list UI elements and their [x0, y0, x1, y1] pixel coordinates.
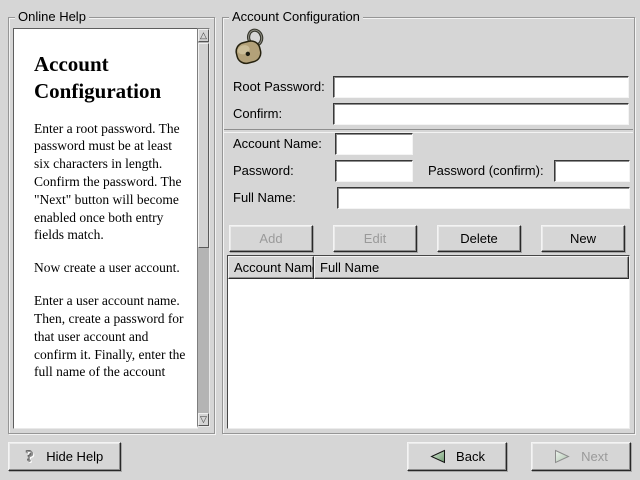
help-paragraph: Enter a user account name. Then, create …: [34, 292, 189, 381]
next-button[interactable]: Next: [531, 442, 631, 471]
full-name-input[interactable]: [337, 187, 630, 209]
arrow-right-icon: [554, 449, 571, 464]
hide-help-button[interactable]: ? Hide Help: [8, 442, 121, 471]
next-button-label: Next: [581, 449, 608, 464]
password-confirm-label: Password (confirm):: [428, 163, 544, 178]
scroll-up-button[interactable]: △: [198, 29, 209, 42]
account-configuration-frame: Account Configuration Root Password: Con…: [222, 17, 635, 434]
separator: [224, 129, 633, 133]
confirm-password-label: Confirm:: [233, 106, 282, 121]
column-header-full-name[interactable]: Full Name: [314, 256, 629, 279]
installer-window: Online Help Account Configuration Enter …: [0, 0, 640, 480]
column-header-account-name[interactable]: Account Name: [228, 256, 314, 279]
online-help-frame-label: Online Help: [15, 9, 89, 24]
accounts-table-body[interactable]: [228, 279, 629, 428]
hide-help-button-label: Hide Help: [46, 449, 103, 464]
padlock-icon: [231, 28, 273, 71]
arrow-left-icon: [429, 449, 446, 464]
help-paragraph: Now create a user account.: [34, 259, 189, 277]
add-button[interactable]: Add: [229, 225, 313, 252]
account-name-input[interactable]: [335, 133, 413, 155]
question-mark-icon: ?: [26, 447, 35, 467]
full-name-label: Full Name:: [233, 190, 296, 205]
password-confirm-input[interactable]: [554, 160, 630, 182]
new-button[interactable]: New: [541, 225, 625, 252]
online-help-frame: Online Help Account Configuration Enter …: [8, 17, 215, 434]
account-configuration-frame-label: Account Configuration: [229, 9, 363, 24]
delete-button-label: Delete: [460, 231, 498, 246]
back-button[interactable]: Back: [407, 442, 507, 471]
help-text-viewport: Account Configuration Enter a root passw…: [13, 28, 198, 429]
edit-button[interactable]: Edit: [333, 225, 417, 252]
help-paragraph: Enter a root password. The password must…: [34, 120, 189, 245]
password-label: Password:: [233, 163, 294, 178]
new-button-label: New: [570, 231, 596, 246]
triangle-down-icon: ▽: [200, 414, 207, 424]
help-scrollbar[interactable]: △ ▽: [197, 28, 210, 427]
delete-button[interactable]: Delete: [437, 225, 521, 252]
triangle-up-icon: △: [200, 30, 207, 40]
root-password-input[interactable]: [333, 76, 629, 98]
root-password-label: Root Password:: [233, 79, 325, 94]
accounts-table-header: Account Name Full Name: [228, 256, 629, 279]
scrollbar-thumb[interactable]: [198, 43, 209, 248]
help-content: Account Configuration Enter a root passw…: [14, 29, 197, 381]
password-input[interactable]: [335, 160, 413, 182]
confirm-password-input[interactable]: [333, 103, 629, 125]
account-name-label: Account Name:: [233, 136, 322, 151]
help-heading: Account Configuration: [34, 51, 189, 106]
edit-button-label: Edit: [364, 231, 386, 246]
add-button-label: Add: [259, 231, 282, 246]
back-button-label: Back: [456, 449, 485, 464]
accounts-table: Account Name Full Name: [227, 255, 630, 429]
scroll-down-button[interactable]: ▽: [198, 413, 209, 426]
